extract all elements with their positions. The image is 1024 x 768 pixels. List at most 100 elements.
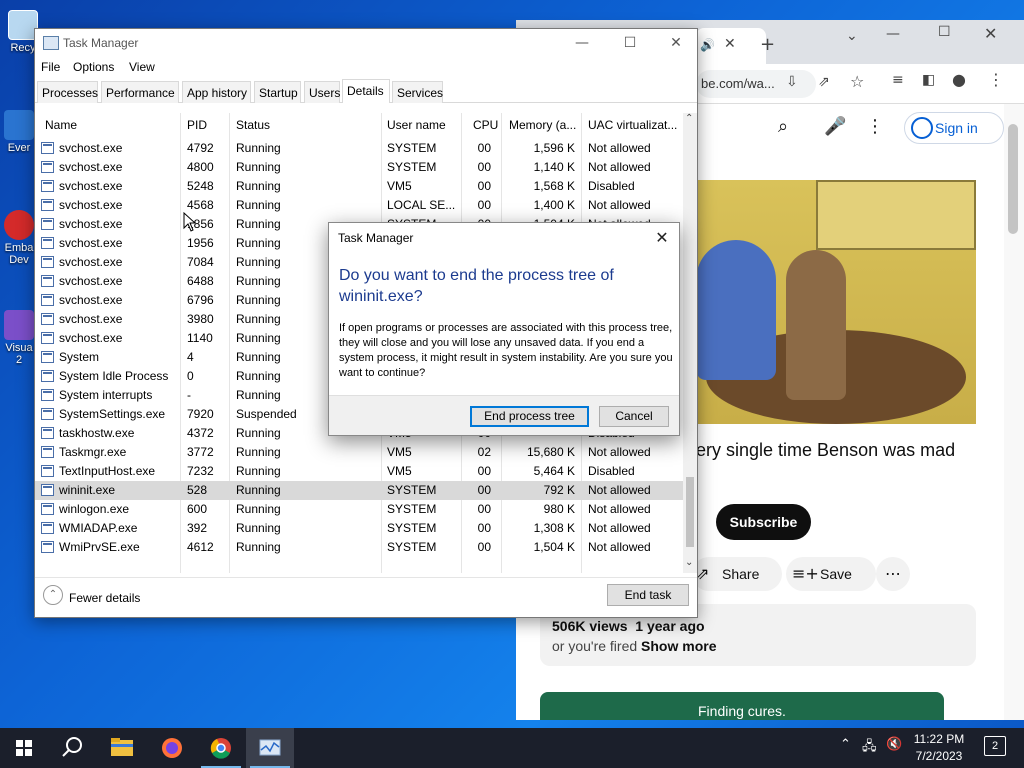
process-icon xyxy=(41,351,54,363)
more-actions-button[interactable]: ⋯ xyxy=(876,557,910,591)
scrollbar-thumb[interactable] xyxy=(686,477,694,547)
clock-date: 7/2/2023 xyxy=(915,749,963,763)
tab-performance[interactable]: Performance xyxy=(101,81,179,103)
address-bar[interactable]: be.com/wa... xyxy=(696,70,816,98)
notification-center-button[interactable]: 2 xyxy=(984,736,1006,756)
scroll-down-icon[interactable]: ⌄ xyxy=(685,557,693,568)
process-pid: 6796 xyxy=(187,293,214,307)
column-header-name[interactable]: Name xyxy=(45,118,77,132)
column-header-status[interactable]: Status xyxy=(236,118,270,132)
table-row[interactable]: svchost.exe 4568 Running LOCAL SE... 00 1,400… xyxy=(35,196,683,215)
dialog-heading: Do you want to end the process tree of w… xyxy=(339,267,614,305)
table-row[interactable]: wininit.exe 528 Running SYSTEM 00 792 K Not al… xyxy=(35,481,683,500)
menu-options[interactable]: Options xyxy=(73,60,114,74)
taskbar-file-explorer[interactable] xyxy=(98,728,146,768)
tab-services[interactable]: Services xyxy=(392,81,443,103)
process-user: VM5 xyxy=(387,179,412,193)
title-bar[interactable]: Task Manager — ☐ ✕ xyxy=(35,29,697,59)
desktop-icon-app-2[interactable]: Emba Dev xyxy=(2,210,36,266)
media-controls-icon[interactable]: ≡ xyxy=(892,72,904,88)
table-row[interactable]: Taskmgr.exe 3772 Running VM5 02 15,680 K Not a… xyxy=(35,443,683,462)
minimize-icon[interactable]: — xyxy=(886,26,900,42)
end-task-button[interactable]: End task xyxy=(607,584,689,606)
more-options-icon[interactable]: ⋮ xyxy=(866,116,884,137)
sign-in-button[interactable]: Sign in xyxy=(904,112,1004,144)
desktop-icon-app-1[interactable]: Ever xyxy=(2,110,36,154)
table-scrollbar[interactable]: ⌃ ⌄ xyxy=(683,113,697,573)
table-row[interactable]: WMIADAP.exe 392 Running SYSTEM 00 1,308 K Not … xyxy=(35,519,683,538)
taskbar-firefox[interactable] xyxy=(148,728,196,768)
taskbar-search-button[interactable] xyxy=(48,728,96,768)
video-title: ery single time Benson was mad xyxy=(696,440,956,460)
volume-muted-icon[interactable]: 🔇 xyxy=(886,737,902,752)
tab-search-icon[interactable]: ⌄ xyxy=(846,28,858,44)
column-header-user[interactable]: User name xyxy=(387,118,446,132)
process-status: Running xyxy=(236,369,281,383)
show-hidden-icons[interactable]: ⌃ xyxy=(840,737,851,752)
process-name: Taskmgr.exe xyxy=(59,445,127,459)
table-row[interactable]: TextInputHost.exe 7232 Running VM5 00 5,464 K… xyxy=(35,462,683,481)
table-row[interactable]: WmiPrvSE.exe 4612 Running SYSTEM 00 1,504 K No… xyxy=(35,538,683,557)
cancel-button[interactable]: Cancel xyxy=(599,406,669,427)
column-header-uac[interactable]: UAC virtualizat... xyxy=(588,118,677,132)
table-row[interactable]: svchost.exe 5248 Running VM5 00 1,568 K Disabl… xyxy=(35,177,683,196)
desktop-icon-visual-studio[interactable]: Visua 2 xyxy=(2,310,36,366)
file-explorer-icon xyxy=(111,738,133,756)
dialog-close-icon[interactable]: ✕ xyxy=(651,227,673,249)
tab-app-history[interactable]: App history xyxy=(182,81,251,103)
table-row[interactable]: svchost.exe 4792 Running SYSTEM 00 1,596 K Not… xyxy=(35,139,683,158)
chevron-up-icon[interactable]: ⌃ xyxy=(43,585,63,605)
end-process-tree-dialog[interactable]: Task Manager ✕ Do you want to end the pr… xyxy=(328,222,680,436)
page-scrollbar[interactable] xyxy=(1004,104,1024,720)
process-memory: 5,464 K xyxy=(533,464,575,478)
save-button[interactable]: ≡+ Save xyxy=(786,557,876,591)
process-cpu: 00 xyxy=(477,179,491,193)
process-status: Running xyxy=(236,312,281,326)
process-uac: Not allowed xyxy=(588,540,651,554)
search-icon[interactable]: ⌕ xyxy=(778,116,788,137)
maximize-button[interactable]: ☐ xyxy=(615,33,645,53)
close-tab-icon[interactable]: ✕ xyxy=(724,36,736,52)
end-process-tree-button[interactable]: End process tree xyxy=(470,406,589,427)
scroll-up-icon[interactable]: ⌃ xyxy=(685,113,693,124)
taskbar-chrome[interactable] xyxy=(197,728,245,768)
taskbar-task-manager[interactable] xyxy=(246,728,294,768)
close-window-icon[interactable]: ✕ xyxy=(984,24,997,43)
column-header-cpu[interactable]: CPU xyxy=(473,118,498,132)
subscribe-button[interactable]: Subscribe xyxy=(716,504,811,540)
ad-banner[interactable]: Finding cures. xyxy=(540,692,944,720)
close-button[interactable]: ✕ xyxy=(661,33,691,53)
side-panel-icon[interactable]: ◧ xyxy=(922,72,935,88)
share-page-icon[interactable]: ⇗ xyxy=(818,74,830,90)
browser-menu-icon[interactable]: ⋮ xyxy=(988,70,1004,89)
network-icon[interactable]: 🖧 xyxy=(862,737,877,759)
bookmark-star-icon[interactable]: ☆ xyxy=(850,72,864,91)
profile-icon[interactable]: ● xyxy=(952,70,966,89)
menu-file[interactable]: File xyxy=(41,60,60,74)
share-button[interactable]: ⇗ Share xyxy=(692,557,782,591)
tab-users[interactable]: Users xyxy=(304,81,340,103)
tab-processes[interactable]: Processes xyxy=(37,81,98,103)
system-clock[interactable]: 11:22 PM 7/2/2023 xyxy=(906,731,972,765)
minimize-button[interactable]: — xyxy=(567,33,597,53)
table-row[interactable]: svchost.exe 4800 Running SYSTEM 00 1,140 K Not… xyxy=(35,158,683,177)
scrollbar-thumb[interactable] xyxy=(1008,124,1018,234)
maximize-icon[interactable]: ☐ xyxy=(938,24,951,40)
show-more-link[interactable]: Show more xyxy=(641,638,716,654)
menu-view[interactable]: View xyxy=(129,60,155,74)
table-row[interactable]: winlogon.exe 600 Running SYSTEM 00 980 K Not a… xyxy=(35,500,683,519)
new-tab-icon[interactable]: + xyxy=(760,34,775,55)
tab-details[interactable]: Details xyxy=(342,79,390,103)
start-button[interactable] xyxy=(0,728,48,768)
tab-startup[interactable]: Startup xyxy=(254,81,301,103)
microphone-icon[interactable]: 🎤 xyxy=(824,116,846,137)
install-icon[interactable]: ⇩ xyxy=(786,74,798,90)
process-status: Running xyxy=(236,141,281,155)
column-header-pid[interactable]: PID xyxy=(187,118,207,132)
clock-time: 11:22 PM xyxy=(913,732,965,746)
process-uac: Not allowed xyxy=(588,141,651,155)
video-player[interactable] xyxy=(696,180,976,424)
fewer-details-link[interactable]: Fewer details xyxy=(69,591,140,605)
browser-tab[interactable]: 🔊 ✕ xyxy=(696,28,766,64)
column-header-memory[interactable]: Memory (a... xyxy=(509,118,576,132)
